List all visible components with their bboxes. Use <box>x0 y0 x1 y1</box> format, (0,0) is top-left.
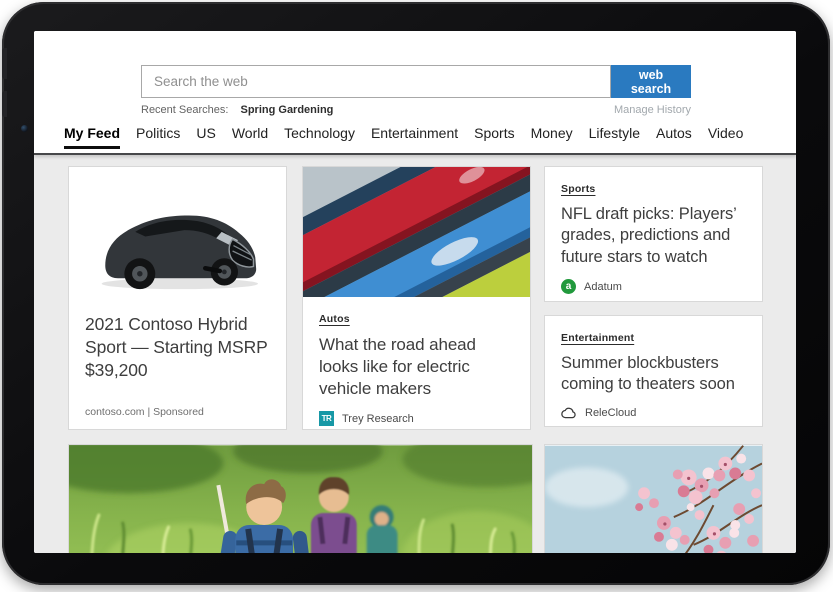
sports-headline[interactable]: NFL draft picks: Players’ grades, predic… <box>561 204 746 268</box>
front-camera <box>21 125 28 132</box>
tab-autos[interactable]: Autos <box>656 125 692 149</box>
tab-politics[interactable]: Politics <box>136 125 180 149</box>
car-ad-image <box>78 177 278 305</box>
entertainment-headline[interactable]: Summer blockbusters coming to theaters s… <box>561 353 746 396</box>
autos-article-card[interactable]: Autos What the road ahead looks like for… <box>302 166 531 430</box>
screenshot-canvas: web search Recent Searches: Spring Garde… <box>0 0 833 592</box>
tab-lifestyle[interactable]: Lifestyle <box>589 125 640 149</box>
article-teaser-cherry-blossoms[interactable] <box>544 444 763 553</box>
power-button <box>2 48 7 79</box>
cherry-blossom-photo <box>545 445 762 553</box>
category-nav: My Feed Politics US World Technology Ent… <box>64 125 743 149</box>
header: web search Recent Searches: Spring Garde… <box>34 31 796 155</box>
sponsored-headline[interactable]: 2021 Contoso Hybrid Sport — Starting MSR… <box>69 305 286 381</box>
sponsored-attribution: contoso.com | Sponsored <box>85 406 204 418</box>
category-link-entertainment[interactable]: Entertainment <box>561 332 634 344</box>
feed-content: 2021 Contoso Hybrid Sport — Starting MSR… <box>34 155 796 553</box>
manage-history-link[interactable]: Manage History <box>614 104 691 116</box>
tab-sports[interactable]: Sports <box>474 125 514 149</box>
tab-world[interactable]: World <box>232 125 268 149</box>
sports-article-card[interactable]: Sports NFL draft picks: Players’ grades,… <box>544 166 763 302</box>
autos-headline[interactable]: What the road ahead looks like for elect… <box>319 334 514 400</box>
search-input[interactable] <box>141 65 611 98</box>
tab-video[interactable]: Video <box>708 125 744 149</box>
cloud-outline-icon <box>561 407 577 419</box>
entertainment-source-name: ReleCloud <box>585 407 636 419</box>
sports-source-name: Adatum <box>584 281 622 293</box>
autos-source-name: Trey Research <box>342 413 414 425</box>
sports-source-row: a Adatum <box>561 279 746 294</box>
adatum-logo-icon: a <box>561 279 576 294</box>
category-link-autos[interactable]: Autos <box>319 313 350 325</box>
search-bar: web search <box>141 65 691 98</box>
kids-hiking-photo <box>69 445 532 553</box>
tab-technology[interactable]: Technology <box>284 125 355 149</box>
search-meta-row: Recent Searches: Spring Gardening Manage… <box>141 104 691 116</box>
web-search-button[interactable]: web search <box>611 65 691 98</box>
news-feed-screen: web search Recent Searches: Spring Garde… <box>34 31 796 553</box>
sponsored-ad-card[interactable]: 2021 Contoso Hybrid Sport — Starting MSR… <box>68 166 287 430</box>
recent-searches-label: Recent Searches: <box>141 104 228 116</box>
recent-searches: Recent Searches: Spring Gardening <box>141 104 333 116</box>
tab-my-feed[interactable]: My Feed <box>64 125 120 149</box>
tab-money[interactable]: Money <box>531 125 573 149</box>
article-teaser-kids-hiking[interactable] <box>68 444 533 553</box>
parked-cars-photo <box>303 167 530 297</box>
entertainment-article-card[interactable]: Entertainment Summer blockbusters coming… <box>544 315 763 427</box>
tab-us[interactable]: US <box>196 125 215 149</box>
entertainment-source-row: ReleCloud <box>561 407 746 419</box>
volume-button <box>2 91 7 117</box>
recent-search-item[interactable]: Spring Gardening <box>241 104 334 116</box>
category-link-sports[interactable]: Sports <box>561 183 595 195</box>
tab-entertainment[interactable]: Entertainment <box>371 125 458 149</box>
autos-source-row: TR Trey Research <box>319 411 514 426</box>
trey-research-logo-icon: TR <box>319 411 334 426</box>
